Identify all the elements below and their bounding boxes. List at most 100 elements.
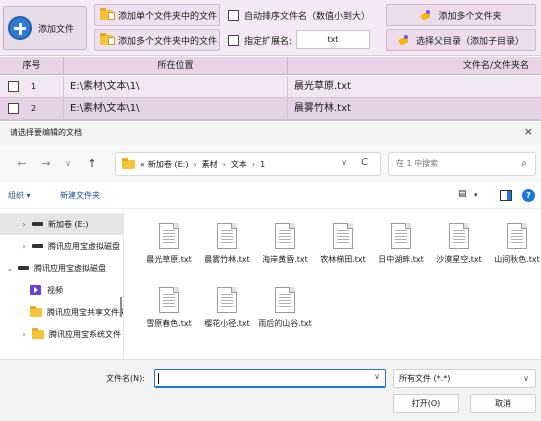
file-item[interactable]: 雨后的山谷.txt [256,287,314,329]
file-item[interactable]: 山间秋色.txt [488,223,541,265]
file-item[interactable]: 农林梯田.txt [314,223,372,265]
file-name: 晨雾竹林.txt [204,255,250,264]
breadcrumb-wenben[interactable]: 文本 [231,159,247,170]
chevron-down-icon[interactable]: ⌄ [4,264,16,273]
dialog-navbar: ← → ∨ ↑ « 新加卷 (E:) › 素材 › 文本 › 1 ∨ C 在 1… [0,145,541,183]
breadcrumb-drive[interactable]: 新加卷 (E:) [148,159,189,170]
nav-item-label: 新加卷 (E:) [48,219,89,229]
text-file-icon [449,223,469,249]
add-multi-folders-button[interactable]: 添加多个文件夹中的文件 [94,29,220,51]
add-multi-files-label: 添加多个文件夹 [438,11,502,22]
nav-pane-scrollbar[interactable] [120,297,122,317]
column-header-num[interactable]: 序号 [0,57,64,75]
row-checkbox[interactable] [8,103,19,114]
search-input[interactable]: 在 1 中搜索 ⌕ [388,152,536,176]
specify-ext-option[interactable]: 指定扩展名: [228,30,292,50]
file-item[interactable]: 樱花小径.txt [198,287,256,329]
filename-input[interactable]: ∨ [154,369,386,388]
cancel-button[interactable]: 取消 [470,394,536,413]
navigation-pane: › 新加卷 (E:) › 腾讯应用宝虚拟磁盘 ⌄ 腾讯应用宝虚拟磁盘 视频 腾讯… [0,209,124,359]
forward-arrow-icon[interactable]: → [38,156,54,172]
nav-item-shared-folder[interactable]: 腾讯应用宝共享文件夹 [0,301,123,323]
nav-item-label: 视频 [47,285,63,295]
open-button[interactable]: 打开(O) [393,394,459,413]
nav-item-label: 腾讯应用宝共享文件夹 [47,307,123,317]
select-parent-label: 选择父目录（添加子目录） [415,36,524,47]
file-name: 农林梯田.txt [320,255,366,264]
organize-menu[interactable]: 组织 ▾ [8,190,31,201]
video-icon [30,285,41,295]
row-checkbox[interactable] [8,81,19,92]
breadcrumb-separator: › [251,159,256,169]
command-bar: 组织 ▾ 新建文件夹 ▤ ▾ ? [0,183,541,209]
file-list: 晨光草原.txt 晨雾竹林.txt 海岸黄昏.txt 农林梯田.txt 日中湖畔… [126,209,541,359]
help-icon[interactable]: ? [522,189,535,202]
close-icon[interactable]: × [524,125,533,138]
table-row[interactable]: 1 E:\素材\文本\1\ 晨光草原.txt [0,76,541,98]
add-single-folder-button[interactable]: 添加单个文件夹中的文件 [94,4,220,26]
nav-item-tencent-disk[interactable]: › 腾讯应用宝虚拟磁盘 [0,235,123,257]
row-filename: 晨光草原.txt [294,81,351,92]
refresh-icon[interactable]: C [361,157,368,168]
text-file-icon [333,223,353,249]
plus-icon [8,16,32,40]
recent-locations-icon[interactable]: ∨ [60,156,76,172]
chevron-right-icon[interactable]: › [18,220,30,229]
select-parent-button[interactable]: 选择父目录（添加子目录） [386,29,536,51]
file-name: 沙漠星空.txt [436,255,482,264]
file-table-header: 序号 所在位置 文件名/文件夹名 [0,57,541,75]
auto-sort-label: 自动排序文件名（数值小到大） [244,11,371,22]
table-row[interactable]: 2 E:\素材\文本\1\ 晨雾竹林.txt [0,98,541,120]
file-item[interactable]: 海岸黄昏.txt [256,223,314,265]
new-folder-button[interactable]: 新建文件夹 [60,190,100,201]
chevron-right-icon[interactable]: › [18,330,30,339]
breadcrumb-1[interactable]: 1 [260,160,265,169]
text-file-icon [159,223,179,249]
dialog-titlebar: 请选择要编辑的文档 × [0,121,541,145]
chevron-down-icon[interactable]: ∨ [374,372,380,381]
drive-icon [18,266,29,270]
file-name: 晨光草原.txt [146,255,192,264]
chevron-down-icon[interactable]: ∨ [341,158,347,167]
filename-label: 文件名(N): [106,374,145,383]
add-multi-folders-label: 添加多个文件夹中的文件 [118,36,218,47]
text-file-icon [275,223,295,249]
back-arrow-icon[interactable]: ← [14,156,30,172]
nav-item-label: 腾讯应用宝虚拟磁盘 [34,263,106,273]
file-item[interactable]: 日中湖畔.txt [372,223,430,265]
breadcrumb-overflow[interactable]: « [140,160,145,169]
view-icon[interactable]: ▤ [458,189,467,199]
file-name: 樱花小径.txt [204,319,250,328]
extension-input[interactable]: txt [296,30,370,49]
specify-ext-checkbox[interactable] [228,34,239,46]
specify-ext-label: 指定扩展名: [244,36,293,47]
dialog-footer: 文件名(N): ∨ 所有文件 (*.*) ∨ 打开(O) 取消 [0,359,541,421]
file-type-select[interactable]: 所有文件 (*.*) ∨ [393,369,536,388]
auto-sort-option[interactable]: 自动排序文件名（数值小到大） [228,5,370,25]
up-arrow-icon[interactable]: ↑ [84,156,100,172]
chevron-right-icon[interactable]: › [18,242,30,251]
column-header-path[interactable]: 所在位置 [64,57,288,75]
file-item[interactable]: 晨雾竹林.txt [198,223,256,265]
view-dropdown-icon[interactable]: ▾ [474,191,478,199]
text-file-icon [275,287,295,313]
column-header-name[interactable]: 文件名/文件夹名 [288,57,541,75]
nav-item-tencent-disk-expanded[interactable]: ⌄ 腾讯应用宝虚拟磁盘 [0,257,123,279]
file-item[interactable]: 雪原春色.txt [140,287,198,329]
sparkle-icon [420,10,433,20]
auto-sort-checkbox[interactable] [228,9,239,21]
file-item[interactable]: 沙漠星空.txt [430,223,488,265]
chevron-down-icon: ∨ [523,374,529,383]
nav-item-system-files[interactable]: › 腾讯应用宝系统文件 [0,323,123,345]
folder-icon [30,305,42,317]
nav-item-drive-e[interactable]: › 新加卷 (E:) [0,213,123,235]
add-files-button[interactable]: 添加文件 [3,6,87,50]
nav-item-video[interactable]: 视频 [0,279,123,301]
preview-pane-icon[interactable] [500,190,512,201]
address-bar[interactable]: « 新加卷 (E:) › 素材 › 文本 › 1 ∨ C [115,152,381,176]
add-multi-files-button[interactable]: 添加多个文件夹 [386,4,536,26]
breadcrumb-sucai[interactable]: 素材 [202,159,218,170]
text-file-icon [217,287,237,313]
file-item[interactable]: 晨光草原.txt [140,223,198,265]
file-type-value: 所有文件 (*.*) [399,374,451,383]
